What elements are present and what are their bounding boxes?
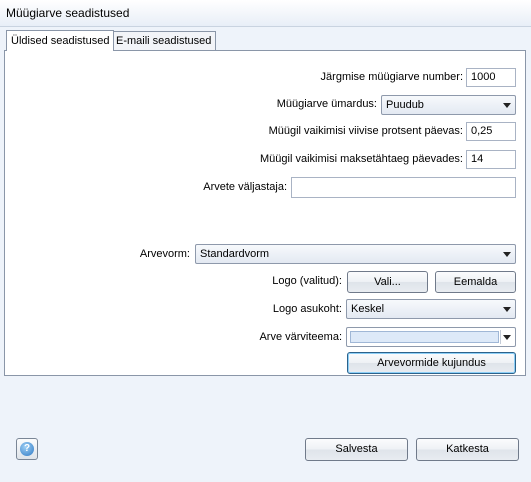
- combo-divider: [500, 330, 501, 344]
- tab-email-settings-label: E-maili seadistused: [116, 35, 212, 47]
- rounding-label: Müügiarve ümardus:: [276, 98, 377, 110]
- tab-general-settings[interactable]: Üldised seadistused: [6, 30, 115, 51]
- logo-position-label: Logo asukoht:: [272, 303, 342, 315]
- invoice-design-button[interactable]: Arvevormide kujundus: [347, 352, 516, 374]
- chevron-down-icon: [503, 103, 511, 108]
- logo-position-value: Keskel: [351, 303, 385, 315]
- next-number-input[interactable]: 1000: [466, 68, 516, 87]
- logo-position-dropdown[interactable]: Keskel: [346, 299, 516, 319]
- window-title: Müügiarve seadistused: [6, 6, 130, 20]
- remove-logo-button[interactable]: Eemalda: [435, 271, 516, 293]
- issuer-label: Arvete väljastaja:: [203, 181, 287, 193]
- logo-label: Logo (valitud):: [272, 275, 342, 287]
- tab-email-settings[interactable]: E-maili seadistused: [111, 31, 217, 50]
- color-swatch: [350, 331, 499, 343]
- due-days-input[interactable]: 14: [466, 150, 516, 169]
- cancel-button[interactable]: Katkesta: [416, 438, 519, 461]
- save-button[interactable]: Salvesta: [305, 438, 408, 461]
- tab-general-settings-label: Üldised seadistused: [11, 35, 110, 47]
- next-number-label: Järgmise müügiarve number:: [320, 71, 463, 83]
- help-button[interactable]: ?: [16, 438, 38, 460]
- rounding-dropdown[interactable]: Puudub: [381, 95, 516, 115]
- choose-logo-button[interactable]: Vali...: [347, 271, 428, 293]
- help-icon: ?: [20, 442, 34, 456]
- title-bar: Müügiarve seadistused: [0, 0, 531, 27]
- issuer-input[interactable]: [291, 177, 516, 198]
- interest-input[interactable]: 0,25: [466, 122, 516, 141]
- color-theme-dropdown[interactable]: [346, 327, 516, 347]
- interest-label: Müügil vaikimisi viivise protsent päevas…: [268, 125, 463, 137]
- template-label: Arvevorm:: [139, 248, 190, 260]
- template-value: Standardvorm: [200, 248, 270, 260]
- template-dropdown[interactable]: Standardvorm: [195, 244, 516, 264]
- color-theme-label: Arve värviteema:: [259, 331, 342, 343]
- chevron-down-icon: [503, 335, 511, 340]
- due-days-label: Müügil vaikimisi maksetähtaeg päevades:: [260, 153, 463, 165]
- chevron-down-icon: [503, 252, 511, 257]
- rounding-value: Puudub: [386, 99, 424, 111]
- chevron-down-icon: [503, 307, 511, 312]
